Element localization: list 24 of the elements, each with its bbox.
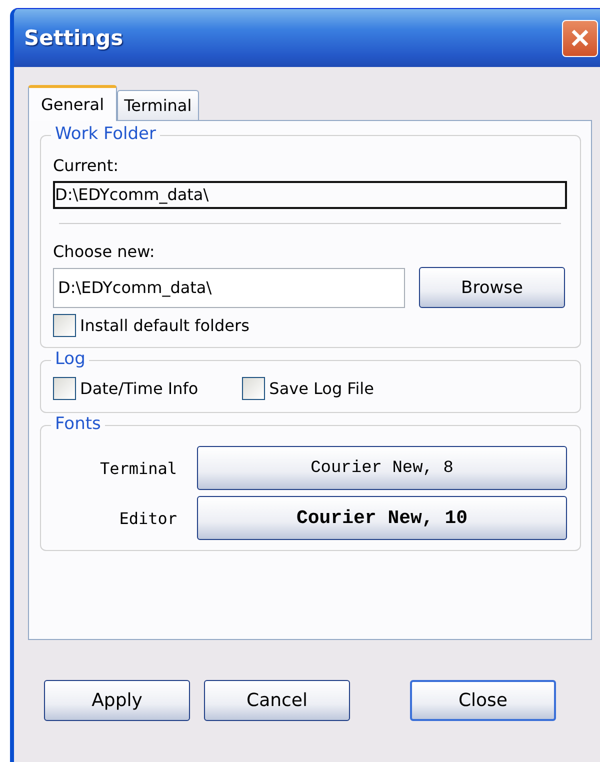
- close-button[interactable]: [562, 20, 598, 56]
- tab[interactable]: General: [28, 85, 118, 121]
- dialog-button[interactable]: Apply: [44, 680, 190, 721]
- group-title: Log: [51, 349, 90, 369]
- checkbox-label: Date/Time Info: [80, 379, 198, 398]
- field-label: Current:: [53, 156, 120, 175]
- font-button[interactable]: Courier New, 8: [197, 446, 567, 490]
- window-title: Settings: [24, 26, 124, 50]
- close-icon: [570, 28, 590, 48]
- field-label: Choose new:: [53, 242, 156, 261]
- current-folder-field[interactable]: D:\EDYcomm_data\: [53, 181, 567, 209]
- folder-input-field[interactable]: D:\EDYcomm_data\: [53, 268, 405, 308]
- checkbox-label: Save Log File: [269, 379, 374, 398]
- checkbox-label: Install default folders: [80, 316, 250, 335]
- dialog-button[interactable]: Cancel: [204, 680, 350, 721]
- font-label: Terminal: [100, 458, 177, 478]
- checkbox[interactable]: [53, 377, 76, 400]
- checkbox[interactable]: [53, 314, 76, 337]
- browse-button[interactable]: Browse: [419, 267, 565, 308]
- tab[interactable]: Terminal: [117, 90, 199, 120]
- dialog-button[interactable]: Close: [410, 680, 556, 721]
- checkbox[interactable]: [242, 377, 266, 400]
- font-button[interactable]: Courier New, 10: [197, 496, 567, 540]
- font-label: Editor: [119, 508, 177, 528]
